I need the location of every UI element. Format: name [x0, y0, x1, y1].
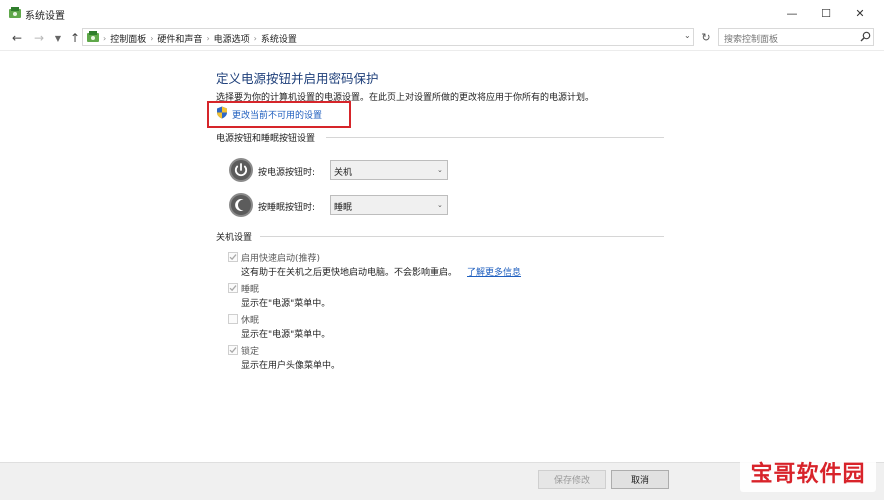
breadcrumb-item-system-settings[interactable]: 系统设置: [261, 32, 297, 45]
checkmark-icon: [229, 254, 237, 261]
change-unavailable-settings-link[interactable]: 更改当前不可用的设置: [232, 108, 322, 121]
search-placeholder: 搜索控制面板: [724, 35, 779, 45]
hibernate-option-description: 显示在"电源"菜单中。: [241, 330, 331, 340]
checkmark-icon: [229, 347, 237, 354]
breadcrumb-separator: ›: [206, 34, 210, 43]
lock-option-checkbox[interactable]: [228, 345, 238, 355]
breadcrumb-separator: ›: [150, 34, 154, 43]
lock-option-description: 显示在用户头像菜单中。: [241, 361, 341, 371]
search-icon[interactable]: [860, 31, 871, 42]
hibernate-option-label: 休眠: [241, 316, 260, 326]
breadcrumb-item-power-options[interactable]: 电源选项: [214, 32, 250, 45]
fast-startup-checkbox[interactable]: [228, 252, 238, 262]
page-title: 定义电源按钮并启用密码保护: [216, 71, 379, 86]
refresh-icon[interactable]: ↻: [698, 28, 714, 46]
recent-locations-chevron-icon[interactable]: ▼: [53, 30, 63, 46]
save-changes-button[interactable]: 保存修改: [538, 470, 606, 489]
close-button[interactable]: ✕: [838, 0, 882, 26]
control-panel-icon: [87, 31, 99, 42]
chevron-down-icon: ⌄: [437, 201, 443, 209]
up-arrow-icon[interactable]: ↑: [67, 30, 83, 46]
breadcrumb-separator: ›: [253, 34, 257, 43]
power-button-label: 按电源按钮时:: [258, 168, 316, 178]
sleep-button-label: 按睡眠按钮时:: [258, 203, 316, 213]
breadcrumb-separator: ›: [103, 34, 107, 43]
cancel-button[interactable]: 取消: [611, 470, 669, 489]
section-divider: [326, 137, 664, 138]
power-button-action-value: 关机: [334, 168, 353, 178]
section-divider: [260, 236, 664, 237]
sleep-option-checkbox[interactable]: [228, 283, 238, 293]
sleep-button-action-value: 睡眠: [334, 203, 353, 213]
hibernate-option-checkbox[interactable]: [228, 314, 238, 324]
breadcrumb-item-control-panel[interactable]: 控制面板: [110, 32, 146, 45]
title-bar: [0, 0, 884, 26]
chevron-down-icon: ⌄: [437, 166, 443, 174]
checkmark-icon: [229, 285, 237, 292]
sleep-option-label: 睡眠: [241, 285, 260, 295]
sleep-button-icon: [229, 193, 253, 217]
sleep-option-description: 显示在"电源"菜单中。: [241, 299, 331, 309]
breadcrumb-item-hardware-sound[interactable]: 硬件和声音: [157, 32, 202, 45]
power-buttons-section-label: 电源按钮和睡眠按钮设置: [216, 134, 316, 144]
fast-startup-label: 启用快速启动(推荐): [241, 254, 321, 264]
address-dropdown-chevron-icon[interactable]: ⌄: [684, 31, 691, 40]
back-arrow-icon[interactable]: ←: [9, 30, 25, 46]
power-button-icon: [229, 158, 253, 182]
learn-more-link[interactable]: 了解更多信息: [467, 265, 521, 278]
power-options-app-icon: [9, 7, 21, 18]
breadcrumb: › 控制面板 › 硬件和声音 › 电源选项 › 系统设置: [103, 32, 297, 45]
uac-shield-icon: [217, 106, 227, 119]
lock-option-label: 锁定: [241, 347, 260, 357]
window-title: 系统设置: [25, 11, 65, 22]
watermark-logo: 宝哥软件园: [740, 452, 876, 492]
shutdown-section-label: 关机设置: [216, 233, 253, 243]
fast-startup-description: 这有助于在关机之后更快地启动电脑。不会影响重启。: [241, 268, 458, 278]
forward-arrow-icon[interactable]: →: [31, 30, 47, 46]
